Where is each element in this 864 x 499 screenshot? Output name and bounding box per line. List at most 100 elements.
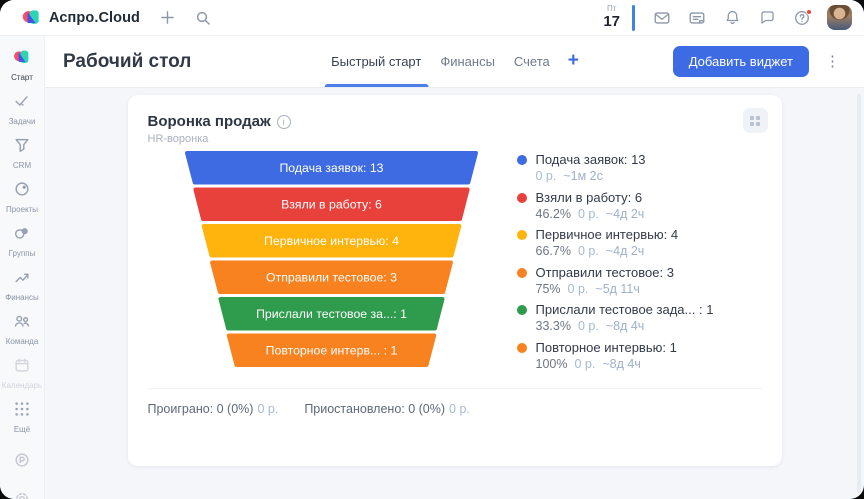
app-window: Аспро.Cloud Пт 17 [0,0,864,499]
legend-title: Подача заявок: 13 [536,152,646,168]
bell-icon [724,9,741,26]
legend-percent: 66.7% [536,244,571,259]
legend-percent: 75% [536,282,561,297]
sidebar-item-label: Ещё [14,425,30,434]
sidebar-item-Проекты[interactable]: Проекты [0,175,45,219]
calendar-date[interactable]: Пт 17 [603,5,620,30]
paused-amount: 0 р. [449,402,470,416]
kebab-menu-icon[interactable]: ⋮ [819,52,846,71]
drag-handle-icon[interactable] [743,108,768,133]
mail-button[interactable] [649,5,675,31]
sales-funnel-widget: Воронка продаж i HR-воронка Подача заяво… [128,95,782,466]
funnel-stage-label: Первичное интервью: 4 [264,234,399,248]
notes-button[interactable] [684,5,710,31]
sidebar-item-label: Старт [11,73,33,82]
sidebar-item-CRM[interactable]: CRM [0,131,45,175]
legend-item[interactable]: Отправили тестовое: 3 75% 0 р. ~5д 11ч [517,265,714,297]
widget-subtitle: HR-воронка [148,133,762,145]
legend-duration: ~1м 2с [563,169,603,184]
widget-divider [148,388,762,389]
tab-Счета[interactable]: Счета [513,36,551,87]
legend-dot [517,268,527,278]
sidebar-item-label: Команда [6,337,39,346]
sidebar-item-label: Проекты [6,205,38,214]
chat-button[interactable] [754,5,780,31]
sidebar-item-label: CRM [13,161,31,170]
notifications-button[interactable] [719,5,745,31]
team-icon [13,312,31,335]
sidebar: Старт Задачи CRM Проекты Группы Финансы … [0,36,45,499]
sidebar-item-Календарь[interactable]: Календарь [0,351,45,395]
lost-stat: Проиграно: 0 (0%)0 р. [148,402,279,416]
sidebar-item-Команда[interactable]: Команда [0,307,45,351]
create-button[interactable] [154,5,180,31]
legend-duration: ~5д 11ч [595,282,640,297]
topbar: Аспро.Cloud Пт 17 [0,0,864,36]
header-actions: Добавить виджет ⋮ [673,46,846,77]
note-icon [688,9,706,27]
legend-title: Первичное интервью: 4 [536,227,679,243]
tab-Финансы[interactable]: Финансы [439,36,496,87]
app-body: Старт Задачи CRM Проекты Группы Финансы … [0,36,864,499]
topbar-right: Пт 17 [603,5,852,31]
funnel-chart: Подача заявок: 13Взяли в работу: 6Первич… [185,151,478,367]
support-icon[interactable] [11,449,33,471]
legend-item[interactable]: Первичное интервью: 4 66.7% 0 р. ~4д 2ч [517,227,714,259]
user-avatar[interactable] [827,5,852,30]
lost-label: Проиграно: 0 (0%) [148,402,254,416]
legend-duration: ~4д 2ч [606,244,644,259]
legend-dot [517,230,527,240]
legend-amount: 0 р. [578,207,599,222]
sidebar-item-Финансы[interactable]: Финансы [0,263,45,307]
calendar-icon [13,356,31,379]
date-day: 17 [603,13,620,30]
add-tab-button[interactable]: + [568,51,579,72]
legend-dot [517,155,527,165]
main-area: Рабочий стол Быстрый стартФинансыСчета+ … [45,36,864,499]
paused-stat: Приостановлено: 0 (0%)0 р. [304,402,470,416]
add-widget-button[interactable]: Добавить виджет [673,46,809,77]
legend-sub: 0 р. ~1м 2с [536,169,646,184]
aspro-logo-icon [13,48,31,71]
legend-duration: ~4д 2ч [606,207,644,222]
sidebar-item-Старт[interactable]: Старт [0,43,45,87]
settings-icon[interactable] [11,488,33,499]
legend-amount: 0 р. [536,169,557,184]
help-button[interactable] [789,5,815,31]
legend-item[interactable]: Взяли в работу: 6 46.2% 0 р. ~4д 2ч [517,190,714,222]
info-icon[interactable]: i [277,115,291,129]
brand[interactable]: Аспро.Cloud [22,8,140,27]
legend-dot [517,343,527,353]
groups-icon [13,224,31,247]
legend-amount: 0 р. [578,244,599,259]
sidebar-item-label: Календарь [2,381,42,390]
tasks-icon [13,92,31,115]
legend-sub: 100% 0 р. ~8д 4ч [536,357,677,372]
sidebar-item-Ещё[interactable]: Ещё [0,395,45,439]
search-button[interactable] [190,5,216,31]
legend-item[interactable]: Прислали тестовое зада... : 1 33.3% 0 р.… [517,302,714,334]
legend-amount: 0 р. [568,282,589,297]
sidebar-item-Задачи[interactable]: Задачи [0,87,45,131]
legend-dot [517,305,527,315]
sidebar-extra-apps [0,449,45,499]
brand-name: Аспро.Cloud [49,10,140,26]
aspro-logo-icon [22,8,41,27]
page-title: Рабочий стол [63,51,191,73]
legend-item[interactable]: Подача заявок: 13 0 р. ~1м 2с [517,152,714,184]
funnel-stage-label: Повторное интерв... : 1 [265,344,397,358]
sidebar-item-Группы[interactable]: Группы [0,219,45,263]
scrollbar[interactable] [857,94,861,493]
legend-sub: 46.2% 0 р. ~4д 2ч [536,207,645,222]
page-header: Рабочий стол Быстрый стартФинансыСчета+ … [45,36,864,88]
funnel-chart-body: Подача заявок: 13 Взяли в работу: 6 Первич… [148,151,762,371]
legend-duration: ~8д 4ч [606,319,644,334]
dashboard-content: Воронка продаж i HR-воронка Подача заяво… [45,88,864,499]
chat-icon [759,9,776,26]
legend-title: Повторное интервью: 1 [536,340,677,356]
legend-item[interactable]: Повторное интервью: 1 100% 0 р. ~8д 4ч [517,340,714,372]
tab-Быстрый старт[interactable]: Быстрый старт [330,36,422,87]
sidebar-item-label: Задачи [9,117,36,126]
legend-dot [517,193,527,203]
legend-title: Взяли в работу: 6 [536,190,645,206]
